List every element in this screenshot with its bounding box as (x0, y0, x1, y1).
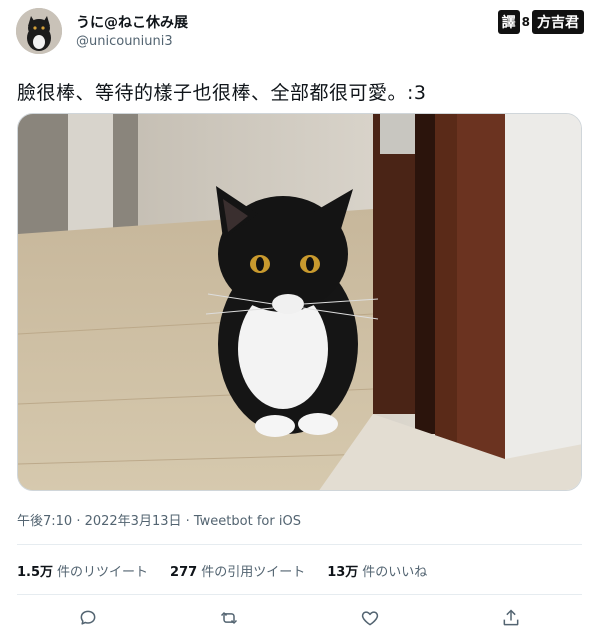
retweets-stat[interactable]: 1.5万 件のリツイート (17, 561, 148, 580)
quotes-label: 件の引用ツイート (201, 565, 306, 580)
likes-count: 13万 (327, 565, 359, 580)
reply-icon (80, 610, 96, 625)
tweet-meta: 午後7:10 · 2022年3月13日 · Tweetbot for iOS (17, 510, 301, 529)
share-icon (503, 609, 519, 626)
likes-stat[interactable]: 13万 件のいいね (327, 561, 427, 580)
action-bar (17, 606, 582, 630)
likes-label: 件のいいね (362, 565, 428, 580)
divider (17, 544, 582, 545)
cat-photo-image (18, 114, 581, 490)
watermark: 譯 8 方吉君 (497, 10, 584, 34)
quotes-stat[interactable]: 277 件の引用ツイート (170, 561, 305, 580)
watermark-dot: 8 (521, 15, 530, 29)
engagement-stats: 1.5万 件のリツイート 277 件の引用ツイート 13万 件のいいね (17, 561, 427, 580)
watermark-badge: 譯 (497, 10, 520, 34)
tweet-timestamp[interactable]: 午後7:10 · 2022年3月13日 · (17, 514, 194, 529)
avatar-cat-image (16, 8, 62, 54)
tweet-text: 臉很棒、等待的樣子也很棒、全部都很可愛。:3 (17, 82, 427, 104)
retweets-count: 1.5万 (17, 565, 54, 580)
retweet-button[interactable] (212, 606, 246, 630)
watermark-name: 方吉君 (532, 10, 584, 34)
reply-button[interactable] (71, 606, 105, 630)
author-display-name[interactable]: うに@ねこ休み展 (76, 12, 188, 32)
avatar[interactable] (16, 8, 62, 54)
retweet-icon (220, 611, 237, 625)
like-icon (361, 611, 379, 626)
share-button[interactable] (494, 606, 528, 630)
author-handle[interactable]: @unicouniuni3 (76, 34, 173, 49)
retweets-label: 件のリツイート (57, 565, 149, 580)
tweet-client-link[interactable]: Tweetbot for iOS (194, 514, 301, 529)
tweet-photo[interactable] (17, 113, 582, 491)
divider (17, 594, 582, 595)
quotes-count: 277 (170, 565, 198, 580)
like-button[interactable] (353, 606, 387, 630)
